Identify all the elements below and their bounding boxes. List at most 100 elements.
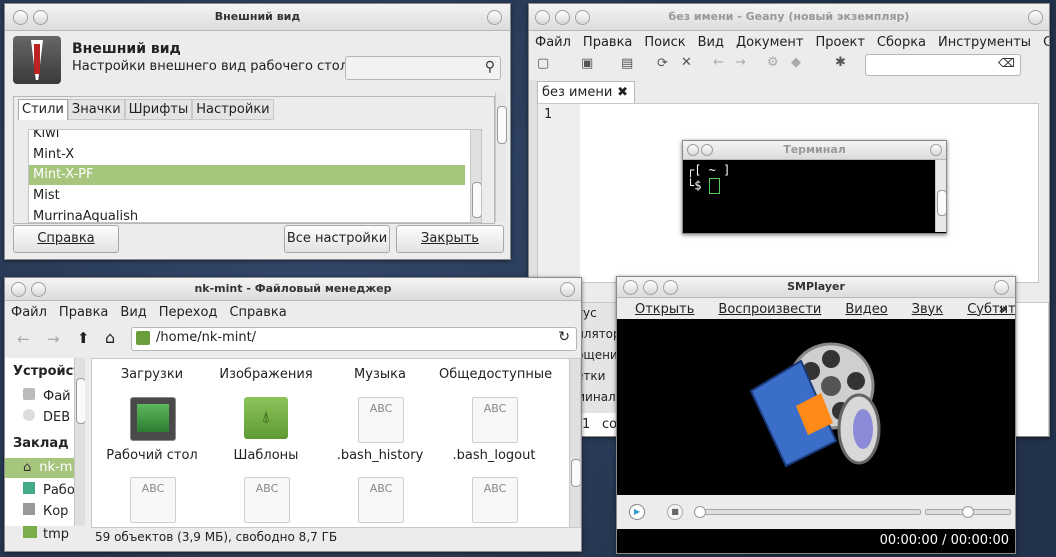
tab-styles[interactable]: Стили xyxy=(18,99,68,120)
text-file-icon[interactable]: ABC xyxy=(244,477,290,523)
search-input[interactable]: ⚲ xyxy=(345,56,501,80)
menu-more[interactable]: » xyxy=(993,302,1013,317)
text-file-icon[interactable]: ABC xyxy=(358,397,404,443)
file-label[interactable]: Загрузки xyxy=(97,367,207,382)
tab-notes[interactable]: етки xyxy=(576,366,616,387)
filemanager-titlebar[interactable]: nk-mint - Файловый менеджер xyxy=(5,278,581,301)
geany-search-input[interactable]: ⌫ xyxy=(865,54,1021,76)
list-item[interactable]: Kiwi xyxy=(33,130,59,144)
file-label[interactable]: .bash_history xyxy=(325,448,435,463)
tab-compiler[interactable]: илятор xyxy=(576,324,621,345)
close-window-button[interactable] xyxy=(1028,10,1043,25)
up-icon[interactable]: ⬆ xyxy=(77,329,90,347)
window-scroll-thumb[interactable] xyxy=(497,106,507,144)
all-settings-button[interactable]: Все настройки xyxy=(284,225,390,253)
sidebar-item-desktop[interactable]: Рабо xyxy=(23,482,75,498)
close-tab-icon[interactable]: ✖ xyxy=(617,82,628,104)
editor-tab[interactable]: без имени ✖ xyxy=(537,81,635,104)
terminal-scrollbar[interactable] xyxy=(935,160,946,232)
list-scrollbar[interactable] xyxy=(470,130,481,222)
menu-edit[interactable]: Правка xyxy=(577,35,638,50)
icon-view-scroll-thumb[interactable] xyxy=(571,459,580,487)
menu-project[interactable]: Проект xyxy=(810,35,871,50)
close-window-button[interactable] xyxy=(930,144,942,156)
sidebar-scrollbar[interactable] xyxy=(74,358,85,526)
theme-list[interactable]: Kiwi Mint-X Mint-X-PF Mist MurrinaAquali… xyxy=(28,129,482,223)
open-file-icon[interactable]: ▣ xyxy=(581,56,593,71)
seek-slider[interactable] xyxy=(694,506,921,518)
reload-icon[interactable]: ⟳ xyxy=(657,56,668,71)
menu-go[interactable]: Переход xyxy=(153,305,224,320)
tab-status[interactable]: тус xyxy=(576,303,616,324)
volume-handle[interactable] xyxy=(962,506,974,518)
volume-slider[interactable] xyxy=(925,506,1011,518)
close-file-icon[interactable]: ✕ xyxy=(681,55,692,70)
video-area[interactable] xyxy=(617,319,1015,495)
new-file-icon[interactable]: ▢ xyxy=(537,56,549,71)
menu-play[interactable]: Воспроизвести xyxy=(706,302,833,317)
file-label[interactable]: .bash_logout xyxy=(439,448,549,463)
menu-audio[interactable]: Звук xyxy=(900,302,956,317)
forward-icon[interactable]: → xyxy=(47,330,60,348)
desktop-folder-icon[interactable] xyxy=(130,397,176,441)
icon-view[interactable]: Загрузки Изображения Музыка Общедоступны… xyxy=(91,358,581,528)
smplayer-titlebar[interactable]: SMPlayer xyxy=(617,277,1015,298)
tab-terminal[interactable]: минал xyxy=(576,387,616,408)
sidebar-item-home[interactable]: ⌂ nk-m xyxy=(5,458,85,478)
menu-file[interactable]: Файл xyxy=(5,305,53,320)
preferences-icon[interactable]: ✱ xyxy=(835,55,846,70)
templates-folder-icon[interactable]: ⍋ xyxy=(244,397,288,439)
menu-help[interactable]: Справка xyxy=(1037,35,1049,50)
window-scrollbar[interactable] xyxy=(495,92,507,222)
build-icon[interactable]: ◆ xyxy=(791,55,801,70)
terminal-output[interactable]: ┌[ ~ ] └$ xyxy=(687,163,730,194)
clear-search-icon[interactable]: ⌫ xyxy=(998,56,1015,70)
list-item-selected[interactable]: Mint-X-PF xyxy=(29,165,465,185)
menu-edit[interactable]: Правка xyxy=(53,305,114,320)
menu-tools[interactable]: Инструменты xyxy=(932,35,1037,50)
maximize-button[interactable] xyxy=(560,282,575,297)
file-label[interactable]: Общедоступные xyxy=(439,367,552,382)
file-label[interactable]: Изображения xyxy=(211,367,321,382)
play-icon[interactable]: ▶ xyxy=(629,504,645,520)
menu-video[interactable]: Видео xyxy=(833,302,899,317)
terminal-scroll-thumb[interactable] xyxy=(937,190,946,216)
tab-messages[interactable]: бщения xyxy=(576,345,625,366)
menu-file[interactable]: Файл xyxy=(529,35,577,50)
sidebar-item-filesystem[interactable]: Фай xyxy=(23,388,71,404)
close-button[interactable]: Закрыть xyxy=(396,225,504,253)
sidebar-item-tmp[interactable]: tmp xyxy=(23,526,69,542)
file-label[interactable]: Рабочий стол xyxy=(97,448,207,463)
menu-view[interactable]: Вид xyxy=(692,35,730,50)
file-label[interactable]: Музыка xyxy=(325,367,435,382)
text-file-icon[interactable]: ABC xyxy=(472,397,518,443)
stop-icon[interactable]: ■ xyxy=(667,504,683,520)
path-input[interactable]: /home/nk-mint/ ↻ xyxy=(131,327,577,351)
tab-fonts[interactable]: Шрифты xyxy=(124,99,193,120)
menu-document[interactable]: Документ xyxy=(730,35,810,50)
save-file-icon[interactable]: ▤ xyxy=(621,56,633,71)
menu-open[interactable]: Открыть xyxy=(623,302,706,317)
menu-search[interactable]: Поиск xyxy=(638,35,691,50)
sidebar-scroll-thumb[interactable] xyxy=(76,378,85,424)
reload-icon[interactable]: ↻ xyxy=(558,329,570,345)
back-icon[interactable]: ← xyxy=(713,55,724,70)
help-button[interactable]: Справка xyxy=(13,225,119,253)
list-item[interactable]: MurrinaAqualish xyxy=(33,207,138,222)
menu-view[interactable]: Вид xyxy=(114,305,152,320)
tab-settings[interactable]: Настройки xyxy=(192,99,274,120)
back-icon[interactable]: ← xyxy=(17,330,30,348)
file-label[interactable]: Шаблоны xyxy=(211,448,321,463)
menu-build[interactable]: Сборка xyxy=(871,35,932,50)
close-window-button[interactable] xyxy=(994,280,1009,295)
menu-help[interactable]: Справка xyxy=(223,305,292,320)
compile-icon[interactable]: ⚙ xyxy=(767,55,779,70)
forward-icon[interactable]: → xyxy=(735,55,746,70)
home-icon[interactable]: ⌂ xyxy=(105,328,115,347)
sidebar-item-trash[interactable]: Кор xyxy=(23,503,68,519)
list-item[interactable]: Mint-X xyxy=(33,145,74,165)
tab-icons[interactable]: Значки xyxy=(67,99,125,120)
maximize-button[interactable] xyxy=(487,10,502,25)
sidebar-item-deb[interactable]: DEB xyxy=(23,409,70,425)
seek-handle[interactable] xyxy=(694,506,706,518)
